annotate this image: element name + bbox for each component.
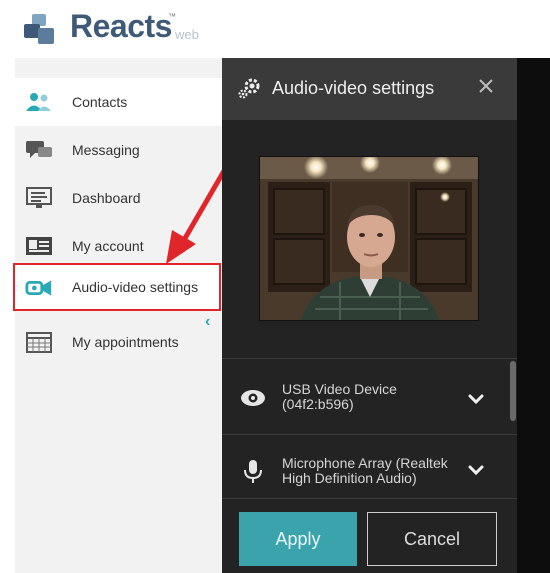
sidebar-item-label: My account xyxy=(72,238,144,254)
brand-suffix: web xyxy=(175,27,199,42)
video-device-select[interactable]: USB Video Device (04f2:b596) xyxy=(222,368,512,428)
sidebar-item-label: Audio-video settings xyxy=(72,279,199,295)
audio-device-detail: High Definition Audio) xyxy=(282,470,417,486)
camera-preview-image xyxy=(260,157,478,320)
background-edge xyxy=(517,58,550,573)
audio-video-settings-panel: Audio-video settings USB Video Device (0… xyxy=(222,58,517,573)
panel-divider xyxy=(222,498,517,499)
audio-device-select[interactable]: Microphone Array (Realtek High Definitio… xyxy=(222,444,512,504)
sidebar-collapse-chevron-icon[interactable]: ‹ xyxy=(205,313,210,331)
sidebar-item-my-appointments[interactable]: My appointments xyxy=(15,318,222,366)
reacts-logo-icon xyxy=(24,14,54,44)
audio-device-name: Microphone Array (Realtek xyxy=(282,455,448,471)
close-icon[interactable] xyxy=(477,77,495,95)
video-device-label: USB Video Device (04f2:b596) xyxy=(282,382,462,412)
camera-preview xyxy=(259,156,479,321)
messaging-icon xyxy=(25,138,53,162)
microphone-icon xyxy=(244,460,262,483)
gear-icon xyxy=(238,78,260,99)
sidebar-item-contacts[interactable]: Contacts xyxy=(15,78,222,126)
app-header: Reacts ™ web xyxy=(0,0,550,58)
brand-name: Reacts xyxy=(70,8,172,44)
sidebar-item-label: Messaging xyxy=(72,142,140,158)
account-card-icon xyxy=(25,234,53,258)
sidebar: Contacts Messaging Dashboard My account … xyxy=(15,58,222,573)
camera-icon xyxy=(25,276,53,300)
video-device-name: USB Video Device xyxy=(282,381,397,397)
sidebar-item-label: Contacts xyxy=(72,94,128,110)
chevron-down-icon[interactable] xyxy=(468,464,484,476)
calendar-icon xyxy=(25,330,53,354)
sidebar-item-label: My appointments xyxy=(72,334,179,350)
audio-device-label: Microphone Array (Realtek High Definitio… xyxy=(282,456,462,486)
panel-scrollbar[interactable] xyxy=(510,361,516,421)
dashboard-icon xyxy=(25,186,53,210)
panel-title: Audio-video settings xyxy=(272,78,435,98)
video-device-id: (04f2:b596) xyxy=(282,396,354,412)
webcam-icon xyxy=(241,390,265,406)
contacts-icon xyxy=(25,90,53,114)
panel-header: Audio-video settings xyxy=(222,58,517,120)
brand-trademark: ™ xyxy=(168,12,176,21)
panel-divider xyxy=(222,434,517,435)
chevron-down-icon[interactable] xyxy=(468,393,484,405)
sidebar-item-label: Dashboard xyxy=(72,190,141,206)
cancel-button[interactable]: Cancel xyxy=(367,512,497,566)
sidebar-item-audio-video-settings[interactable]: Audio-video settings xyxy=(13,263,221,311)
panel-divider xyxy=(222,358,517,359)
apply-button[interactable]: Apply xyxy=(239,512,357,566)
